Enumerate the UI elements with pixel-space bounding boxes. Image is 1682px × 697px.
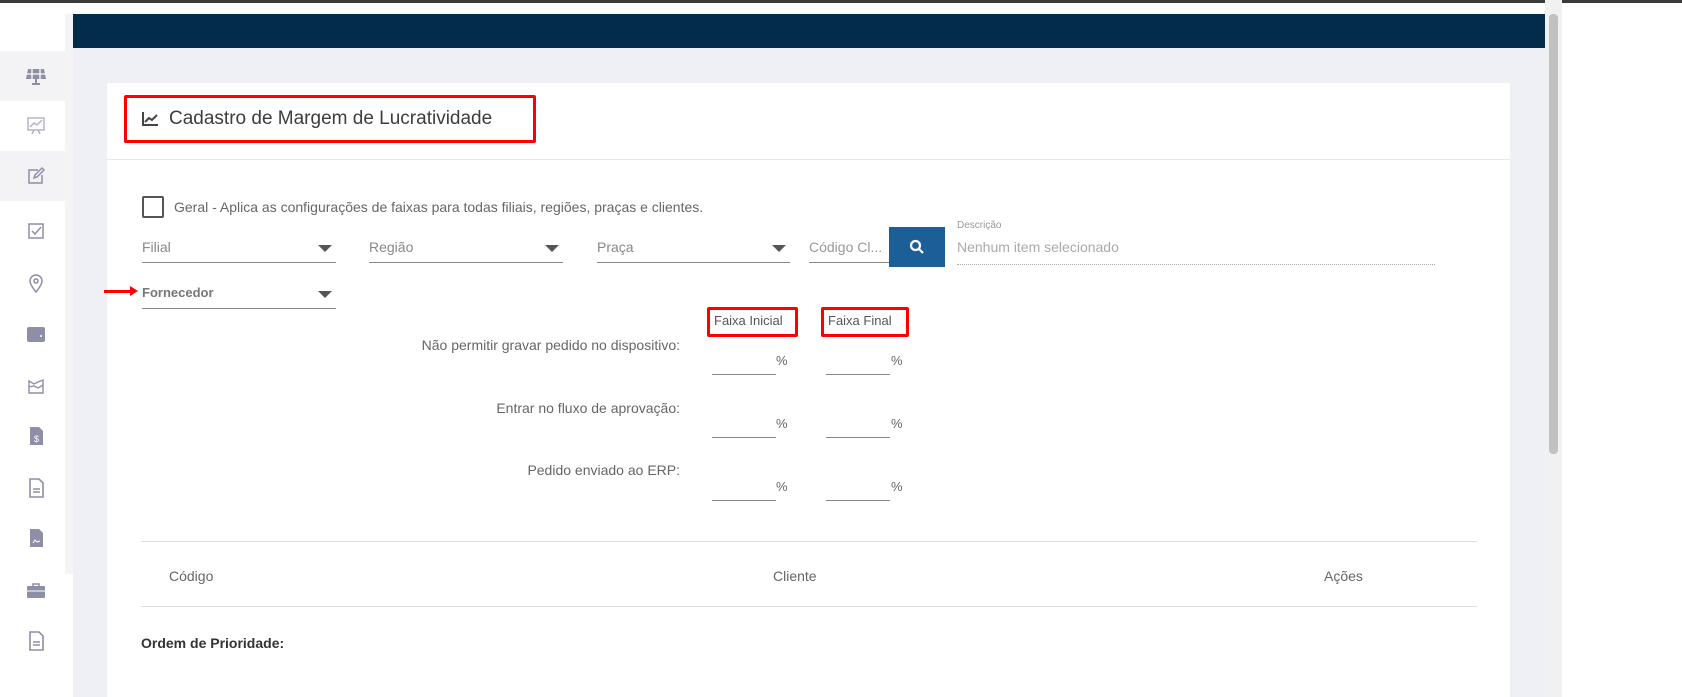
chevron-down-icon [772,245,786,252]
geral-checkbox[interactable] [142,196,164,218]
descricao-field: Nenhum item selecionado [957,239,1435,265]
svg-text:$: $ [34,434,39,444]
faixa-inicial-input[interactable] [712,353,776,375]
descricao-label: Descrição [957,220,1002,231]
chevron-down-icon [318,245,332,252]
faixa-inicial-header: Faixa Inicial [707,307,798,337]
checkbox-icon [28,223,44,239]
sidebar-divider [65,14,73,574]
row-label: Não permitir gravar pedido no dispositiv… [421,337,680,353]
sidebar-item-briefcase[interactable] [0,566,72,616]
sidebar-item-area-chart[interactable] [0,361,72,411]
document-signature-icon [30,529,43,547]
annotation-arrow [104,286,138,296]
percent-label: % [891,479,903,494]
row-label: Entrar no fluxo de aprovação: [496,400,680,416]
priority-heading: Ordem de Prioridade: [141,635,285,651]
line-chart-icon [142,112,158,126]
faixa-final-header: Faixa Final [821,307,909,337]
search-button[interactable] [889,227,945,267]
percent-label: % [776,479,788,494]
briefcase-icon [27,583,45,598]
sidebar-item-edit[interactable] [0,151,72,201]
percent-label: % [891,416,903,431]
presentation-chart-icon [27,117,45,135]
faixa-final-input[interactable] [826,479,890,501]
sidebar-item-wallet[interactable] [0,309,72,359]
sidebar-item-solar[interactable] [0,51,72,101]
faixa-inicial-input[interactable] [712,416,776,438]
sidebar-item-signed-doc[interactable] [0,513,72,563]
document-icon [29,631,44,651]
regiao-select[interactable]: Região [369,233,563,263]
column-header-acoes: Ações [1324,568,1363,584]
sidebar-item-presentation[interactable] [0,101,72,151]
wallet-icon [27,327,45,342]
percent-label: % [891,353,903,368]
invoice-dollar-icon: $ [30,427,43,445]
faixa-inicial-input[interactable] [712,479,776,501]
scrollbar-thumb[interactable] [1549,14,1558,454]
geral-label: Geral - Aplica as configurações de faixa… [174,199,704,215]
page-title-box: Cadastro de Margem de Lucratividade [124,95,536,143]
sidebar-item-tasks[interactable] [0,206,72,256]
area-chart-icon [28,378,44,394]
chevron-down-icon [318,291,332,298]
column-header-codigo: Código [169,568,214,584]
page-title: Cadastro de Margem de Lucratividade [169,108,493,129]
praca-select[interactable]: Praça [597,233,790,263]
chevron-down-icon [545,245,559,252]
sidebar-item-document-2[interactable] [0,616,72,666]
fornecedor-select[interactable]: Fornecedor [142,279,336,309]
divider [141,606,1477,607]
percent-label: % [776,416,788,431]
percent-label: % [776,353,788,368]
faixa-final-input[interactable] [826,353,890,375]
form-card: Cadastro de Margem de Lucratividade Gera… [104,83,1510,697]
filial-select[interactable]: Filial [142,233,336,263]
top-header-bar [73,14,1545,48]
faixa-final-input[interactable] [826,416,890,438]
window-top-border [0,0,1682,3]
sidebar-item-location[interactable] [0,258,72,308]
row-label: Pedido enviado ao ERP: [527,462,680,478]
sidebar: $ [0,3,72,697]
document-icon [29,478,44,498]
divider [107,159,1510,160]
column-header-cliente: Cliente [773,568,817,584]
search-icon [909,239,924,254]
edit-icon [28,166,46,184]
sidebar-item-document[interactable] [0,463,72,513]
location-pin-icon [29,274,43,294]
divider [141,541,1477,542]
solar-panel-icon [26,69,46,85]
sidebar-item-invoice[interactable]: $ [0,411,72,461]
